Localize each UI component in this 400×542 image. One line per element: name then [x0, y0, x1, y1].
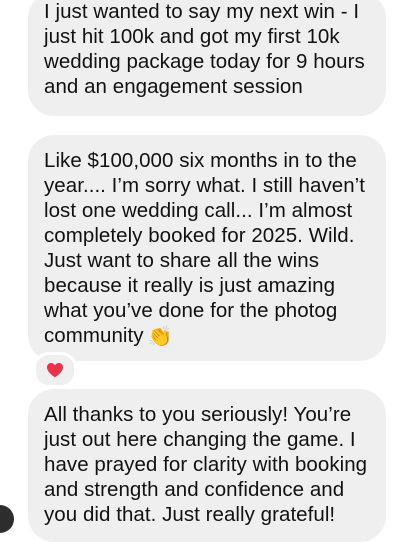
- heart-icon: [47, 363, 63, 378]
- message-line: just hit 100k and got my first 10k: [44, 25, 340, 48]
- message-line: you did that. Just really grateful!: [44, 503, 336, 526]
- message-line: community 👏: [44, 323, 370, 348]
- message-bubble[interactable]: Like $100,000 six months in to the year.…: [28, 135, 386, 361]
- heart-reaction[interactable]: [33, 352, 77, 388]
- message-line: wedding package today for 9 hours: [44, 50, 365, 73]
- message-line: lost one wedding call... I’m almost: [44, 199, 353, 222]
- message-line: Just want to share all the wins: [44, 249, 320, 272]
- sender-avatar[interactable]: [0, 505, 14, 533]
- message-bubble[interactable]: I just wanted to say my next win - I jus…: [28, 0, 386, 116]
- message-line: just out here changing the game. I: [44, 428, 356, 451]
- message-line: Like $100,000 six months in to the: [44, 149, 357, 172]
- message-line: and strength and confidence and: [44, 478, 345, 501]
- message-thread: I just wanted to say my next win - I jus…: [0, 0, 400, 542]
- clapping-hands-emoji: 👏: [147, 326, 173, 348]
- message-line: year.... I’m sorry what. I still haven’t: [44, 174, 365, 197]
- message-line: All thanks to you seriously! You’re: [44, 403, 352, 426]
- message-line: and an engagement session: [44, 75, 303, 98]
- message-line: completely booked for 2025. Wild.: [44, 224, 355, 247]
- message-line-text: community: [44, 324, 144, 347]
- message-line: because it really is just amazing: [44, 274, 336, 297]
- message-line: have prayed for clarity with booking: [44, 453, 368, 476]
- message-line: I just wanted to say my next win - I: [44, 0, 360, 23]
- message-line: what you’ve done for the photog: [44, 299, 338, 322]
- message-bubble[interactable]: All thanks to you seriously! You’re just…: [28, 389, 386, 542]
